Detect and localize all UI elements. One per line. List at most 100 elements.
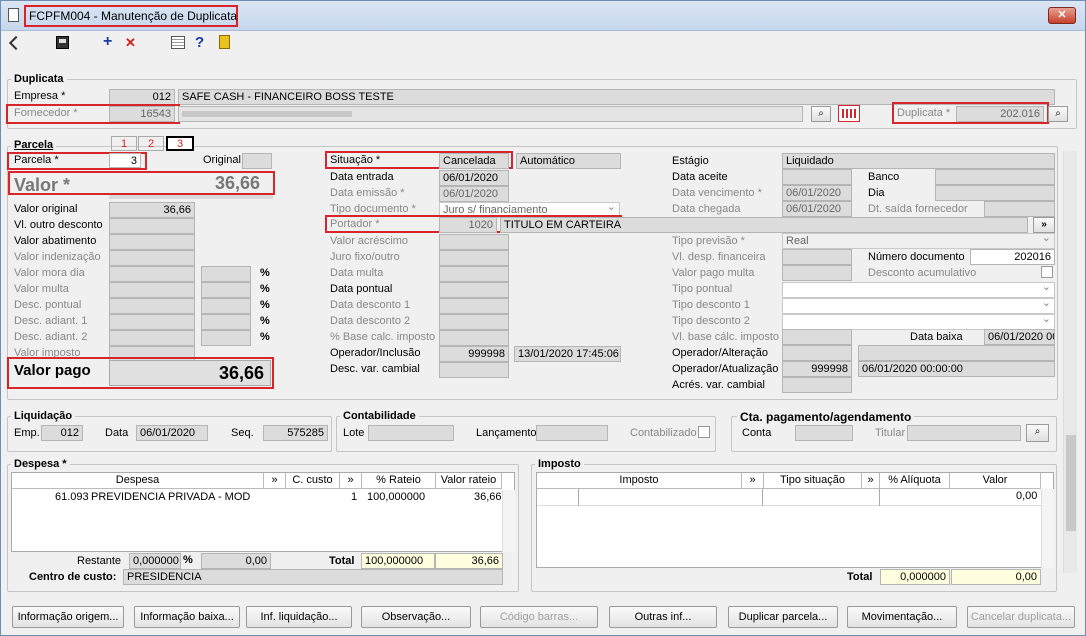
left-field-pct-input[interactable] [201, 266, 251, 282]
mid-field-value[interactable] [439, 330, 509, 346]
fornecedor-lookup-button[interactable]: ⌕ [811, 106, 831, 122]
left-field-value[interactable] [109, 298, 195, 314]
ccusto-header[interactable]: C. custo [286, 473, 340, 489]
portador-code[interactable]: 1020 [439, 217, 497, 233]
despesa-scrollbar[interactable] [502, 490, 515, 552]
original-field[interactable] [242, 153, 272, 169]
action-button[interactable]: Observação... [361, 606, 471, 628]
right-dropdown-select[interactable] [782, 280, 1055, 298]
despesa-row-ccusto[interactable]: 1 [348, 490, 360, 506]
data-chegada-field[interactable]: 06/01/2020 [782, 201, 852, 217]
desconto-acum-checkbox[interactable] [1041, 266, 1053, 278]
mid-field-value[interactable]: 06/01/2020 [439, 186, 509, 202]
action-button[interactable]: Informação baixa... [134, 606, 240, 628]
action-button[interactable]: Outras inf... [609, 606, 717, 628]
tipo-previsao-select[interactable]: Real [782, 231, 1055, 249]
parcela-tab-3[interactable]: 3 [166, 136, 194, 151]
left-field-value[interactable] [109, 314, 195, 330]
left-field-pct-input[interactable] [201, 314, 251, 330]
calendar-icon[interactable] [171, 36, 185, 49]
delete-icon[interactable]: ✕ [125, 35, 136, 51]
parcela-tab-2[interactable]: 2 [138, 136, 164, 151]
rateio-header[interactable]: % Rateio [362, 473, 436, 489]
despesa-row-code[interactable]: 61.093 [52, 490, 92, 506]
parcela-input[interactable]: 3 [109, 153, 141, 168]
banco-field[interactable] [935, 169, 1055, 185]
mid-field-value[interactable] [439, 298, 509, 314]
mid-field-value[interactable] [439, 234, 509, 250]
contabilizado-checkbox[interactable] [698, 426, 710, 438]
imposto-row[interactable]: 0,00 [537, 489, 1041, 506]
mid-field-value[interactable]: 06/01/2020 [439, 170, 509, 186]
arrow-icon[interactable] [8, 35, 24, 51]
data-aceite-field[interactable] [782, 169, 852, 185]
imposto-row-cell[interactable] [762, 489, 880, 506]
imposto-header[interactable]: Imposto [537, 473, 742, 489]
data-baixa-field[interactable]: 06/01/2020 00 [984, 329, 1055, 345]
imposto-row-cell[interactable] [537, 489, 579, 506]
despesa-header[interactable]: Despesa [12, 473, 264, 489]
right-dropdown-select[interactable] [782, 296, 1055, 314]
titular-lookup-button[interactable]: ⌕ [1026, 424, 1049, 442]
add-icon[interactable]: + [103, 33, 112, 51]
tipo-situacao-expand-icon[interactable]: » [862, 473, 880, 489]
left-field-value[interactable]: 36,66 [109, 202, 195, 218]
valor-value[interactable]: 36,66 [215, 173, 260, 194]
valor-rateio-header[interactable]: Valor rateio [436, 473, 502, 489]
help-icon[interactable]: ? [195, 34, 204, 51]
parcela-tab-1[interactable]: 1 [111, 136, 137, 151]
empresa-code[interactable]: 012 [109, 89, 175, 105]
despesa-row-rateio[interactable]: 100,000000 [364, 490, 428, 506]
ccusto-expand-icon[interactable]: » [340, 473, 362, 489]
vl-desp-field[interactable] [782, 249, 852, 265]
duplicata-value[interactable]: 202.016 [956, 106, 1044, 122]
operador-atu-label: Operador/Atualização [672, 363, 779, 375]
save-icon[interactable] [56, 36, 69, 49]
acres-field[interactable] [782, 377, 852, 393]
action-button[interactable]: Movimentação... [847, 606, 957, 628]
right-dropdown-select[interactable] [782, 312, 1055, 330]
fornecedor-code[interactable]: 16543 [109, 106, 175, 122]
vl-base-field[interactable] [782, 329, 852, 345]
duplicata-lookup-button[interactable]: ⌕ [1048, 106, 1068, 122]
action-button[interactable]: Informação origem... [12, 606, 124, 628]
valor-header[interactable]: Valor [950, 473, 1041, 489]
left-field-value[interactable] [109, 282, 195, 298]
mid-field-value[interactable] [439, 314, 509, 330]
action-button[interactable]: Inf. liquidação... [246, 606, 352, 628]
aliquota-header[interactable]: % Alíquota [880, 473, 950, 489]
tipo-situacao-header[interactable]: Tipo situação [764, 473, 862, 489]
titular-field[interactable] [907, 425, 1021, 441]
left-field-value[interactable] [109, 250, 195, 266]
left-field-pct-input[interactable] [201, 330, 251, 346]
situacao-value[interactable]: Cancelada [439, 153, 509, 169]
data-venc-field[interactable]: 06/01/2020 [782, 185, 852, 201]
left-field-value[interactable] [109, 266, 195, 282]
desc-var-field[interactable] [439, 362, 509, 378]
left-field-value[interactable] [109, 234, 195, 250]
vertical-scrollbar[interactable] [1063, 151, 1077, 573]
exit-icon[interactable] [219, 35, 230, 49]
valor-pago-multa-field[interactable] [782, 265, 852, 281]
despesa-row-desc[interactable]: PREVIDENCIA PRIVADA - MOD [88, 490, 253, 506]
dt-saida-field[interactable] [984, 201, 1055, 217]
left-field-value[interactable] [109, 218, 195, 234]
calculator-icon[interactable] [838, 105, 860, 122]
num-doc-field[interactable]: 202016 [970, 249, 1055, 265]
mid-field-value[interactable] [439, 266, 509, 282]
mid-field-value[interactable] [439, 282, 509, 298]
imposto-scrollbar[interactable] [1041, 489, 1054, 568]
left-field-value[interactable] [109, 330, 195, 346]
despesa-row-valor[interactable]: 36,66 [471, 490, 505, 506]
left-field-pct-input[interactable] [201, 282, 251, 298]
close-button[interactable]: ✕ [1048, 7, 1076, 24]
mid-field-value[interactable] [439, 250, 509, 266]
imposto-expand-icon[interactable]: » [742, 473, 764, 489]
acres-label: Acrés. var. cambial [672, 379, 765, 391]
action-button[interactable]: Duplicar parcela... [728, 606, 838, 628]
imposto-row-valor[interactable]: 0,00 [1013, 489, 1040, 505]
dia-field[interactable] [935, 185, 1055, 201]
left-field-pct-input[interactable] [201, 298, 251, 314]
conta-field[interactable] [795, 425, 853, 441]
despesa-expand-icon[interactable]: » [264, 473, 286, 489]
